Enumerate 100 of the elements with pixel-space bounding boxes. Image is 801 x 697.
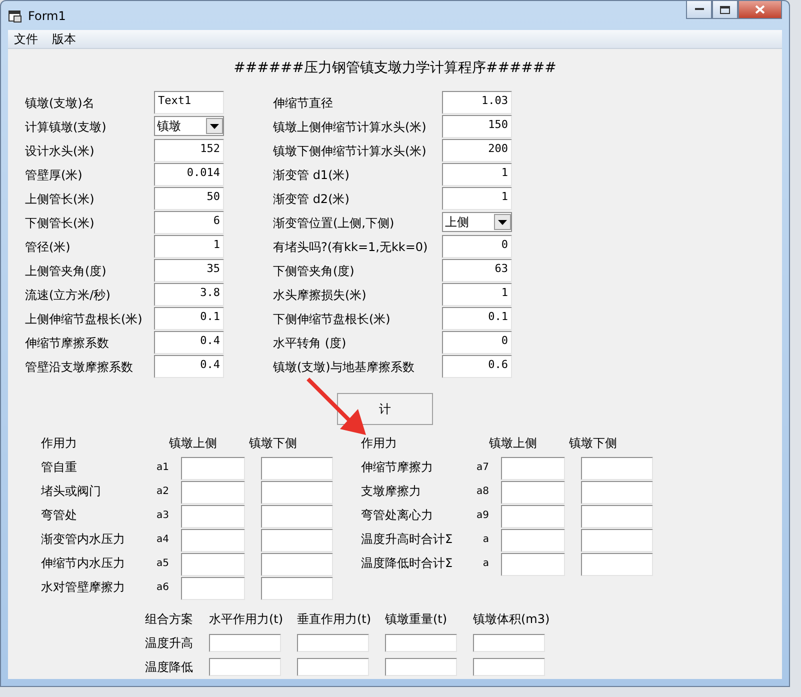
field-label: 渐变管 d1(米)	[273, 166, 350, 184]
text-field[interactable]: 150	[442, 115, 512, 138]
force-label: 温度降低时合计Σ	[361, 554, 453, 572]
force-symbol: a9	[476, 510, 489, 520]
text-field[interactable]: 6	[154, 211, 224, 234]
text-field[interactable]: 1	[442, 187, 512, 210]
column-header: 作用力	[361, 434, 398, 452]
force-label: 温度升高时合计Σ	[361, 530, 453, 548]
force-symbol: a6	[156, 582, 169, 592]
result-field[interactable]	[261, 481, 333, 504]
result-field[interactable]	[473, 658, 545, 676]
result-field[interactable]	[261, 505, 333, 528]
dropdown-button[interactable]	[206, 118, 223, 134]
menu-item[interactable]: 文件	[14, 30, 38, 48]
text-field[interactable]: 0.1	[442, 307, 512, 330]
result-field[interactable]	[581, 529, 653, 552]
field-label: 水头摩擦损失(米)	[273, 286, 368, 304]
result-field[interactable]	[581, 481, 653, 504]
result-field[interactable]	[385, 658, 457, 676]
field-label: 渐变管位置(上侧,下侧)	[273, 214, 396, 232]
result-field[interactable]	[209, 658, 281, 676]
force-symbol: a1	[156, 462, 169, 472]
result-field[interactable]	[181, 577, 245, 600]
dropdown[interactable]: 上侧	[442, 212, 512, 232]
window-title: Form1	[28, 8, 66, 22]
text-field[interactable]: 1	[442, 283, 512, 306]
text-field[interactable]: 200	[442, 139, 512, 162]
force-label: 管自重	[41, 458, 77, 476]
result-field[interactable]	[261, 577, 333, 600]
result-field[interactable]	[501, 481, 565, 504]
result-field[interactable]	[261, 529, 333, 552]
result-field[interactable]	[581, 505, 653, 528]
field-label: 镇墩(支墩)名	[25, 94, 96, 112]
result-field[interactable]	[181, 529, 245, 552]
result-field[interactable]	[181, 481, 245, 504]
force-label: 渐变管内水压力	[41, 530, 125, 548]
force-label: 弯管处离心力	[361, 506, 433, 524]
dropdown-button[interactable]	[494, 214, 511, 230]
close-icon	[755, 5, 765, 14]
force-symbol: a8	[476, 486, 489, 496]
result-field[interactable]	[385, 634, 457, 652]
dropdown[interactable]: 镇墩	[154, 116, 224, 136]
field-label: 上侧管长(米)	[25, 190, 96, 208]
text-field[interactable]: 0.1	[154, 307, 224, 330]
minimize-button[interactable]	[686, 1, 712, 19]
text-field[interactable]: 0	[442, 235, 512, 258]
result-field[interactable]	[581, 457, 653, 480]
text-field[interactable]: 1	[154, 235, 224, 258]
field-label: 镇墩上侧伸缩节计算水头(米)	[273, 118, 428, 136]
text-field[interactable]: 0.4	[154, 355, 224, 378]
result-field[interactable]	[501, 457, 565, 480]
column-header: 垂直作用力(t)	[297, 610, 372, 628]
result-field[interactable]	[181, 505, 245, 528]
maximize-button[interactable]	[712, 1, 738, 19]
column-header: 组合方案	[145, 610, 194, 628]
field-label: 设计水头(米)	[25, 142, 96, 160]
text-field[interactable]: 3.8	[154, 283, 224, 306]
text-field[interactable]: 0.014	[154, 163, 224, 186]
text-field[interactable]: 50	[154, 187, 224, 210]
result-field[interactable]	[297, 634, 369, 652]
result-field[interactable]	[297, 658, 369, 676]
close-button[interactable]	[738, 1, 782, 19]
result-field[interactable]	[181, 457, 245, 480]
result-field[interactable]	[501, 553, 565, 576]
text-field[interactable]: 63	[442, 259, 512, 282]
field-label: 计算镇墩(支墩)	[25, 118, 108, 136]
caret-icon	[498, 220, 507, 224]
field-label: 下侧管长(米)	[25, 214, 96, 232]
column-header: 镇墩上侧	[169, 434, 218, 452]
text-field[interactable]: 0.4	[154, 331, 224, 354]
result-field[interactable]	[181, 553, 245, 576]
text-field[interactable]: Text1	[154, 91, 224, 114]
field-label: 渐变管 d2(米)	[273, 190, 350, 208]
text-field[interactable]: 1.03	[442, 91, 512, 114]
row-label: 温度升高	[145, 634, 194, 652]
app-icon	[8, 8, 22, 22]
text-field[interactable]: 35	[154, 259, 224, 282]
result-field[interactable]	[261, 457, 333, 480]
menu-item[interactable]: 版本	[52, 30, 76, 48]
text-field[interactable]: 1	[442, 163, 512, 186]
result-field[interactable]	[501, 505, 565, 528]
result-field[interactable]	[209, 634, 281, 652]
force-label: 弯管处	[41, 506, 77, 524]
result-field[interactable]	[501, 529, 565, 552]
result-field[interactable]	[473, 634, 545, 652]
column-header: 镇墩重量(t)	[385, 610, 448, 628]
force-symbol: a3	[156, 510, 169, 520]
field-label: 管壁厚(米)	[25, 166, 84, 184]
text-field[interactable]: 0	[442, 331, 512, 354]
field-label: 管壁沿支墩摩擦系数	[25, 358, 134, 376]
result-field[interactable]	[581, 553, 653, 576]
force-symbol: a5	[156, 558, 169, 568]
text-field[interactable]: 0.6	[442, 355, 512, 378]
form-heading: ######压力钢管镇支墩力学计算程序######	[232, 59, 558, 78]
minimize-icon	[694, 8, 704, 11]
text-field[interactable]: 152	[154, 139, 224, 162]
field-label: 有堵头吗?(有kk=1,无kk=0)	[273, 238, 429, 256]
column-header: 作用力	[41, 434, 78, 452]
result-field[interactable]	[261, 553, 333, 576]
calculate-button[interactable]: 计	[337, 393, 433, 425]
